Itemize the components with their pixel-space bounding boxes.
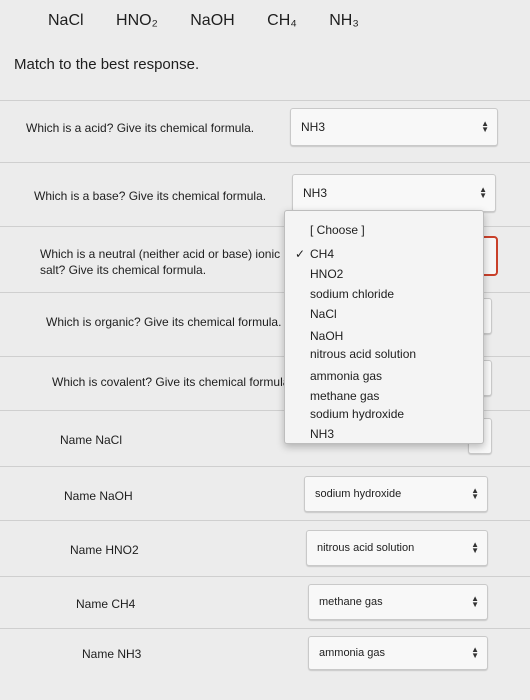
select-value: nitrous acid solution [317,542,415,554]
dropdown-option[interactable]: [ Choose ] [310,223,365,237]
dropdown-option[interactable]: sodium hydroxide [310,407,404,421]
dropdown-option[interactable]: HNO2 [310,267,343,281]
formula-nacl: NaCl [48,12,84,29]
select-value: ammonia gas [319,647,386,659]
select-value: methane gas [319,596,383,608]
dropdown-option[interactable]: sodium chloride [310,287,394,301]
answer-select-8[interactable]: nitrous acid solution ▲ ▼ [306,530,488,566]
question-1-label: Which is a acid? Give its chemical formu… [26,121,255,135]
dropdown-option[interactable]: nitrous acid solution [310,347,416,361]
select-arrows-icon: ▲ ▼ [471,594,479,609]
question-7-label: Name NaOH [64,489,133,503]
question-4-label: Which is organic? Give its chemical form… [46,315,282,329]
question-8-label: Name HNO2 [70,543,139,557]
row-divider [0,520,530,521]
question-6-label: Name NaCl [60,433,123,447]
select-arrows-icon: ▲ ▼ [479,185,487,200]
select-value: NH3 [301,120,326,134]
check-icon: ✓ [295,247,306,261]
question-9-label: Name CH4 [76,597,136,611]
select-arrows-icon: ▲ ▼ [471,645,479,660]
dropdown-option[interactable]: NH3 [310,427,334,441]
row-divider [0,628,530,629]
row-divider [0,576,530,577]
question-5-label: Which is covalent? Give its chemical for… [52,375,290,389]
select-arrows-icon: ▲ ▼ [481,119,489,134]
row-divider [0,162,530,163]
dropdown-option[interactable]: CH4 [310,247,334,261]
dropdown-option[interactable]: NaCl [310,307,337,321]
answer-select-1[interactable]: NH3 ▲ ▼ [290,108,498,146]
row-divider [0,466,530,467]
dropdown-option[interactable]: methane gas [310,389,379,403]
formula-ch4: CH₄ [267,12,297,29]
formula-hno2: HNO₂ [116,12,158,29]
answer-select-10[interactable]: ammonia gas ▲ ▼ [308,636,488,670]
dropdown-option[interactable]: ammonia gas [310,369,382,383]
question-10-label: Name NH3 [82,647,142,661]
question-3-label: Which is a neutral (neither acid or base… [40,247,281,277]
formula-nh3: NH₃ [329,12,359,29]
select-arrows-icon: ▲ ▼ [471,486,479,501]
header-formulas: NaCl HNO₂ NaOH CH₄ NH₃ [48,12,387,30]
options-dropdown[interactable]: ✓ [ Choose ] CH4 HNO2 sodium chloride Na… [284,210,484,444]
select-arrows-icon: ▲ ▼ [471,540,479,555]
row-divider [0,100,530,101]
prompt-text: Match to the best response. [14,56,200,73]
select-value: NH3 [303,186,328,200]
select-value: sodium hydroxide [315,488,402,500]
dropdown-option[interactable]: NaOH [310,329,343,343]
question-2-label: Which is a base? Give its chemical formu… [34,189,267,203]
formula-naoh: NaOH [190,12,235,29]
answer-select-7[interactable]: sodium hydroxide ▲ ▼ [304,476,488,512]
answer-select-2[interactable]: NH3 ▲ ▼ [292,174,496,212]
answer-select-9[interactable]: methane gas ▲ ▼ [308,584,488,620]
